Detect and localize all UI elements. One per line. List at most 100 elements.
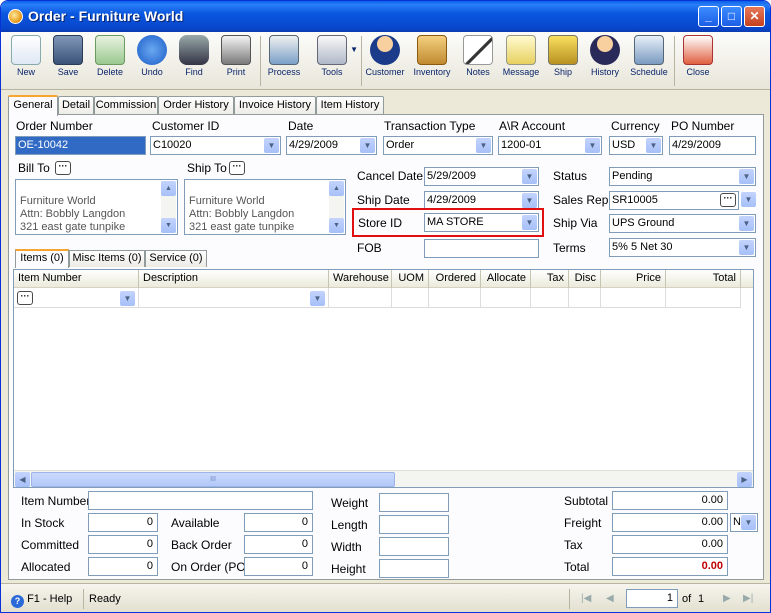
sales-rep-lookup-button[interactable]: ··· <box>720 193 736 207</box>
cell-warehouse[interactable] <box>329 288 392 308</box>
tab-invoice-history[interactable]: Invoice History <box>234 96 316 115</box>
column-header-allocate[interactable]: Allocate <box>481 270 531 288</box>
tab-items[interactable]: Items (0) <box>15 249 69 268</box>
item-lookup-button[interactable]: ··· <box>17 291 33 305</box>
status-select[interactable]: Pending ▼ <box>609 167 756 186</box>
cancel-date-field[interactable]: 5/29/2009 ▼ <box>424 167 539 186</box>
schedule-button[interactable]: Schedule <box>628 35 670 87</box>
column-header-ordered[interactable]: Ordered <box>429 270 481 288</box>
scroll-up-icon[interactable]: ▲ <box>161 181 176 196</box>
date-dropdown-icon[interactable]: ▼ <box>360 138 375 153</box>
po-number-field[interactable]: 4/29/2009 <box>669 136 756 155</box>
scroll-left-icon[interactable]: ◀ <box>15 472 30 487</box>
item-number-footer-field[interactable] <box>88 491 313 510</box>
customer-button[interactable]: Customer <box>363 35 407 87</box>
description-dropdown-icon[interactable]: ▼ <box>310 291 325 306</box>
store-id-dropdown-icon[interactable]: ▼ <box>522 215 537 230</box>
undo-button[interactable]: Undo <box>133 35 171 87</box>
first-page-icon[interactable]: |◀ <box>581 589 591 609</box>
sales-rep-dropdown-icon[interactable]: ▼ <box>741 192 756 207</box>
column-header-price[interactable]: Price <box>601 270 666 288</box>
transaction-type-dropdown-icon[interactable]: ▼ <box>476 138 491 153</box>
bill-to-address[interactable]: Furniture World Attn: Bobbly Langdon 321… <box>15 179 178 235</box>
date-field[interactable]: 4/29/2009 ▼ <box>286 136 377 155</box>
customer-id-dropdown-icon[interactable]: ▼ <box>264 138 279 153</box>
close-window-button[interactable]: ✕ <box>744 6 765 27</box>
order-number-field[interactable]: OE-10042 <box>15 136 146 155</box>
delete-button[interactable]: Delete <box>91 35 129 87</box>
cell-total[interactable] <box>666 288 741 308</box>
scroll-down-icon[interactable]: ▼ <box>329 218 344 233</box>
bill-to-scrollbar[interactable]: ▲ ▼ <box>161 181 176 233</box>
customer-id-field[interactable]: C10020 ▼ <box>150 136 281 155</box>
scroll-down-icon[interactable]: ▼ <box>161 218 176 233</box>
ar-account-select[interactable]: 1200-01 ▼ <box>498 136 602 155</box>
scroll-thumb[interactable]: III <box>31 472 395 487</box>
ship-button[interactable]: Ship <box>545 35 581 87</box>
column-header-tax[interactable]: Tax <box>531 270 569 288</box>
column-header-disc[interactable]: Disc <box>569 270 601 288</box>
cell-description[interactable]: ▼ <box>139 288 329 308</box>
cell-uom[interactable] <box>392 288 429 308</box>
ship-to-scrollbar[interactable]: ▲ ▼ <box>329 181 344 233</box>
history-button[interactable]: History <box>585 35 625 87</box>
tools-button[interactable]: Tools ▼ <box>306 35 358 87</box>
tab-general[interactable]: General <box>8 95 58 116</box>
column-header-uom[interactable]: UOM <box>392 270 429 288</box>
column-header-item-number[interactable]: Item Number <box>14 270 139 288</box>
page-number-field[interactable]: 1 <box>626 589 678 608</box>
column-header-warehouse[interactable]: Warehouse <box>329 270 392 288</box>
fob-field[interactable] <box>424 239 539 258</box>
cell-tax[interactable] <box>531 288 569 308</box>
column-header-description[interactable]: Description <box>139 270 329 288</box>
freight-field[interactable]: 0.00 <box>612 513 728 532</box>
message-button[interactable]: Message <box>500 35 542 87</box>
ship-via-select[interactable]: UPS Ground ▼ <box>609 214 756 233</box>
new-button[interactable]: New <box>7 35 45 87</box>
ship-via-dropdown-icon[interactable]: ▼ <box>739 216 754 231</box>
ar-account-dropdown-icon[interactable]: ▼ <box>585 138 600 153</box>
tab-service[interactable]: Service (0) <box>145 250 207 267</box>
tab-item-history[interactable]: Item History <box>316 96 384 115</box>
prev-page-icon[interactable]: ◀ <box>606 589 614 609</box>
tab-detail[interactable]: Detail <box>58 96 94 115</box>
close-button[interactable]: Close <box>678 35 718 87</box>
store-id-select[interactable]: MA STORE ▼ <box>424 213 539 232</box>
tab-misc-items[interactable]: Misc Items (0) <box>69 250 145 267</box>
status-dropdown-icon[interactable]: ▼ <box>739 169 754 184</box>
sales-rep-field[interactable]: SR10005 ··· <box>609 191 739 210</box>
last-page-icon[interactable]: ▶| <box>743 589 753 609</box>
cancel-date-dropdown-icon[interactable]: ▼ <box>522 169 537 184</box>
notes-button[interactable]: Notes <box>459 35 497 87</box>
cell-allocate[interactable] <box>481 288 531 308</box>
freight-code-select[interactable]: N ▼ <box>730 513 758 532</box>
ship-to-lookup-button[interactable]: ··· <box>229 161 245 175</box>
currency-select[interactable]: USD ▼ <box>609 136 663 155</box>
cell-ordered[interactable] <box>429 288 481 308</box>
terms-dropdown-icon[interactable]: ▼ <box>739 240 754 255</box>
next-page-icon[interactable]: ▶ <box>723 589 731 609</box>
tab-order-history[interactable]: Order History <box>158 96 234 115</box>
transaction-type-select[interactable]: Order ▼ <box>383 136 493 155</box>
terms-select[interactable]: 5% 5 Net 30 ▼ <box>609 238 756 257</box>
sales-rep-dropdown[interactable]: ▼ <box>740 191 756 210</box>
scroll-right-icon[interactable]: ▶ <box>737 472 752 487</box>
save-button[interactable]: Save <box>49 35 87 87</box>
freight-code-dropdown-icon[interactable]: ▼ <box>741 515 756 530</box>
ship-date-dropdown-icon[interactable]: ▼ <box>522 193 537 208</box>
cell-item-number[interactable]: ··· ▼ <box>14 288 139 308</box>
inventory-button[interactable]: Inventory <box>410 35 454 87</box>
items-grid[interactable]: Item Number Description Warehouse UOM Or… <box>13 269 754 488</box>
minimize-button[interactable]: _ <box>698 6 719 27</box>
find-button[interactable]: Find <box>175 35 213 87</box>
column-header-total[interactable]: Total <box>666 270 741 288</box>
help-item[interactable]: ? F1 - Help <box>11 589 83 609</box>
ship-to-address[interactable]: Furniture World Attn: Bobbly Langdon 321… <box>184 179 346 235</box>
grid-horizontal-scrollbar[interactable]: ◀ III ▶ <box>14 470 753 487</box>
item-number-dropdown-icon[interactable]: ▼ <box>120 291 135 306</box>
scroll-up-icon[interactable]: ▲ <box>329 181 344 196</box>
process-button[interactable]: Process <box>264 35 304 87</box>
bill-to-lookup-button[interactable]: ··· <box>55 161 71 175</box>
tools-dropdown-icon[interactable]: ▼ <box>350 45 358 54</box>
title-bar[interactable]: Order - Furniture World _ □ ✕ <box>1 1 770 32</box>
